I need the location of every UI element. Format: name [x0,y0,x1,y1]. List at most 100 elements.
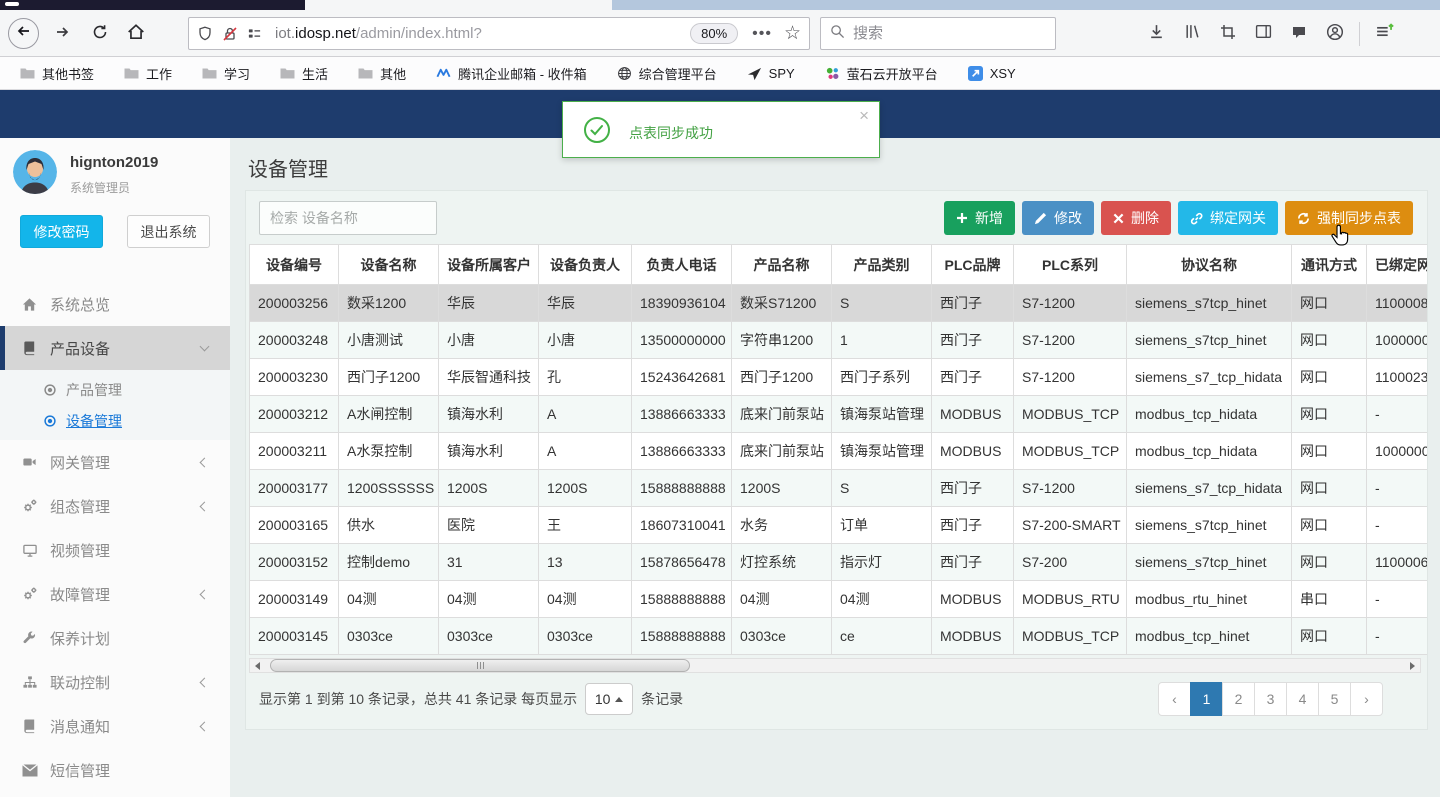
bookmark-item[interactable]: 其他书签 [20,64,94,83]
sidebar-item-短信管理[interactable]: 短信管理 [0,748,230,792]
toast-close-icon[interactable]: × [859,106,869,126]
column-header[interactable]: 负责人电话 [631,244,732,285]
bookmark-item[interactable]: 萤石云开放平台 [825,64,938,83]
pager-page-3[interactable]: 3 [1254,682,1287,716]
table-row[interactable]: 200003152 控制demo 31 13 15878656478 灯控系统 指示灯 西门子… [249,543,1427,581]
sidebar-item-消息通知[interactable]: 消息通知 [0,704,230,748]
scroll-right-arrow[interactable] [1405,659,1420,672]
action-button-修改[interactable]: 修改 [1022,201,1094,235]
folder-icon [202,67,217,79]
chat-bubble-icon[interactable] [1291,24,1307,45]
sidebar-panel-icon[interactable] [1255,23,1272,45]
column-header[interactable]: 已绑定网关 [1366,244,1427,285]
pencil-icon [1034,212,1047,225]
table-row[interactable]: 200003211 A水泵控制 镇海水利 A 13886663333 底来门前泵站 镇海泵站… [249,432,1427,470]
url-bar[interactable]: iot.idosp.net/admin/index.html? 80% ••• … [188,17,810,50]
bookmark-item[interactable]: SPY [747,66,795,81]
sidebar-item-组态管理[interactable]: 组态管理 [0,484,230,528]
change-password-button[interactable]: 修改密码 [20,215,103,248]
pager-page-4[interactable]: 4 [1286,682,1319,716]
browser-search[interactable] [820,17,1056,50]
bookmark-star-icon[interactable]: ☆ [784,22,801,45]
horizontal-scrollbar[interactable] [249,658,1421,673]
device-search-input[interactable] [259,201,437,235]
reload-button[interactable] [84,18,116,50]
back-button[interactable] [8,18,39,49]
table-row[interactable]: 200003256 数采1200 华辰 华辰 18390936104 数采S71200 S 西… [249,284,1427,322]
menu-hamburger-icon[interactable] [1375,23,1394,45]
column-header[interactable]: 通讯方式 [1291,244,1367,285]
table-cell: 200003212 [249,395,339,433]
table-cell: 13500000000 [631,321,732,359]
sidebar-item-大屏管理[interactable]: 大屏管理 [0,792,230,797]
column-header[interactable]: 产品类别 [831,244,932,285]
scrollbar-thumb[interactable] [270,659,690,672]
pager-prev[interactable]: ‹ [1158,682,1191,716]
action-button-绑定网关[interactable]: 绑定网关 [1178,201,1278,235]
column-header[interactable]: PLC系列 [1013,244,1127,285]
table-cell: 镇海水利 [438,432,539,470]
column-header[interactable]: 设备编号 [249,244,339,285]
column-header[interactable]: 产品名称 [731,244,832,285]
sidebar-item-系统总览[interactable]: 系统总览 [0,282,230,326]
logout-button[interactable]: 退出系统 [127,215,210,248]
sidebar-subitem-设备管理[interactable]: 设备管理 [0,405,230,436]
pager-page-1[interactable]: 1 [1190,682,1223,716]
column-header[interactable]: 协议名称 [1126,244,1292,285]
bookmark-item[interactable]: XSY [967,65,1016,81]
table-cell: modbus_tcp_hidata [1126,432,1292,470]
bookmark-item[interactable]: 腾讯企业邮箱 - 收件箱 [436,64,587,83]
bookmark-item[interactable]: 其他 [358,64,406,83]
sidebar-item-产品设备[interactable]: 产品设备 [0,326,230,370]
bookmark-item[interactable]: 学习 [202,64,250,83]
action-button-删除[interactable]: 删除 [1101,201,1171,235]
pager-next[interactable]: › [1350,682,1383,716]
column-header[interactable]: PLC品牌 [931,244,1014,285]
sidebar-item-网关管理[interactable]: 网关管理 [0,440,230,484]
table-cell: MODBUS_TCP [1013,617,1127,655]
table-row[interactable]: 200003149 04测 04测 04测 15888888888 04测 04测 MODBU… [249,580,1427,618]
table-row[interactable]: 200003248 小唐测试 小唐 小唐 13500000000 字符串1200 1 西门子 S… [249,321,1427,359]
column-header[interactable]: 设备所属客户 [438,244,539,285]
insecure-lock-icon[interactable] [222,26,238,42]
table-cell: 15888888888 [631,580,732,618]
tabstrip-active-tab[interactable] [305,0,612,10]
forward-button[interactable] [46,18,78,50]
column-header[interactable]: 设备负责人 [538,244,632,285]
table-cell: modbus_tcp_hinet [1126,617,1292,655]
screenshot-crop-icon[interactable] [1220,24,1236,45]
scroll-left-arrow[interactable] [250,659,265,672]
bookmark-item[interactable]: 生活 [280,64,328,83]
download-icon[interactable] [1148,23,1165,45]
table-row[interactable]: 200003230 西门子1200 华辰智通科技孔 15243642681 西门子120… [249,358,1427,396]
sidebar-item-联动控制[interactable]: 联动控制 [0,660,230,704]
sidebar-subitem-产品管理[interactable]: 产品管理 [0,374,230,405]
shield-icon[interactable] [197,26,213,42]
page-size-dropdown[interactable]: 10 [585,683,634,715]
table-cell: siemens_s7_tcp_hidata [1126,358,1292,396]
action-button-新增[interactable]: 新增 [944,201,1015,235]
pager-page-2[interactable]: 2 [1222,682,1255,716]
sidebar-item-保养计划[interactable]: 保养计划 [0,616,230,660]
table-cell: 西门子 [931,321,1014,359]
account-icon[interactable] [1326,23,1344,46]
sidebar-item-视频管理[interactable]: 视频管理 [0,528,230,572]
table-row[interactable]: 200003165 供水 医院王 18607310041 水务 订单 西门子 S7-200-S… [249,506,1427,544]
table-row[interactable]: 200003212 A水闸控制 镇海水利 A 13886663333 底来门前泵站 镇海泵站… [249,395,1427,433]
library-icon[interactable] [1184,23,1201,45]
zoom-badge[interactable]: 80% [690,23,739,44]
permissions-icon[interactable] [247,26,262,41]
bookmark-item[interactable]: 工作 [124,64,172,83]
browser-search-input[interactable] [853,25,1023,42]
table-cell: 1100008 [1366,284,1427,322]
avatar[interactable] [13,150,57,194]
home-button[interactable] [120,18,152,50]
sidebar-item-故障管理[interactable]: 故障管理 [0,572,230,616]
column-header[interactable]: 设备名称 [338,244,439,285]
table-row[interactable]: 200003177 1200SSSSSS 1200S 1200S 15888888888… [249,469,1427,507]
table-cell: modbus_tcp_hidata [1126,395,1292,433]
pager-page-5[interactable]: 5 [1318,682,1351,716]
page-actions-icon[interactable]: ••• [752,25,772,43]
bookmark-item[interactable]: 综合管理平台 [617,64,717,83]
table-row[interactable]: 200003145 0303ce 0303ce 0303ce 15888888888 03… [249,617,1427,655]
